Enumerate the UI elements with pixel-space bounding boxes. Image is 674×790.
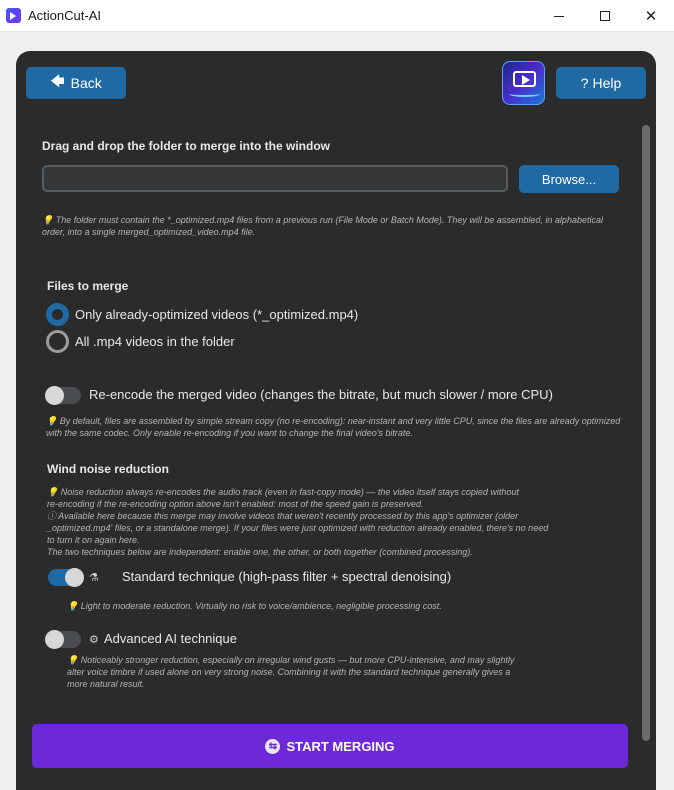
advanced-technique-switch[interactable] xyxy=(45,630,81,649)
scrollbar[interactable] xyxy=(642,125,650,741)
advanced-hint-line: 💡 Noticeably stronger reduction, especia… xyxy=(67,655,515,665)
reencode-label[interactable]: Re-encode the merged video (changes the … xyxy=(89,387,553,402)
wind-hint-line: re-encoding if the re-encoding option ab… xyxy=(47,499,424,509)
start-merging-button[interactable]: ⇆ START MERGING xyxy=(32,724,628,768)
help-label: Help xyxy=(592,75,622,91)
source-heading: Drag and drop the folder to merge into t… xyxy=(42,139,330,153)
switch-knob xyxy=(45,386,64,405)
arrow-left-icon: 🡄 xyxy=(50,73,65,89)
close-button[interactable]: ✕ xyxy=(628,0,674,32)
standard-technique-switch[interactable] xyxy=(48,568,84,587)
question-icon: ? xyxy=(580,75,589,91)
reencode-hint: 💡 By default, files are assembled by sim… xyxy=(46,416,621,438)
folder-path-input[interactable] xyxy=(42,165,508,192)
window-title: ActionCut-AI xyxy=(28,8,101,23)
radio-optimized-only-label[interactable]: Only already-optimized videos (*_optimiz… xyxy=(75,307,358,322)
advanced-hint-line: alter voice timbre if used alone on very… xyxy=(67,667,511,677)
brain-icon: ⚙ xyxy=(89,634,99,646)
switch-knob xyxy=(45,630,64,649)
help-button[interactable]: ? Help xyxy=(556,67,646,99)
wind-hint-line: 💡 Noise reduction always re-encodes the … xyxy=(47,487,519,497)
radio-all-mp4-label[interactable]: All .mp4 videos in the folder xyxy=(75,334,235,349)
files-heading: Files to merge xyxy=(47,279,129,293)
wind-hint-line: ⓘ Available here because this merge may … xyxy=(47,511,519,521)
radio-all-mp4[interactable] xyxy=(46,330,69,353)
wave-icon xyxy=(509,91,540,97)
advanced-technique-label[interactable]: Advanced AI technique xyxy=(104,631,237,646)
title-bar: ActionCut-AI ✕ xyxy=(0,0,674,32)
wind-hint-line: to turn it on again here. xyxy=(47,535,140,545)
standard-technique-label[interactable]: Standard technique (high-pass filter + s… xyxy=(122,569,451,584)
standard-technique-hint: 💡 Light to moderate reduction. Virtually… xyxy=(67,601,442,611)
browse-button[interactable]: Browse... xyxy=(519,165,619,193)
app-logo xyxy=(502,61,545,105)
start-merging-label: START MERGING xyxy=(286,738,395,754)
close-icon: ✕ xyxy=(644,8,658,25)
back-button[interactable]: 🡄 Back xyxy=(26,67,126,99)
play-icon xyxy=(513,71,536,87)
filter-icon: ⚗ xyxy=(89,572,99,584)
wind-hint-line: _optimized.mp4' files, or a standalone m… xyxy=(47,523,549,533)
back-label: Back xyxy=(70,75,102,91)
app-icon xyxy=(6,8,21,23)
merge-icon: ⇆ xyxy=(265,738,281,754)
wind-hint-line: The two techniques below are independent… xyxy=(47,547,473,557)
reencode-switch[interactable] xyxy=(45,386,81,405)
maximize-button[interactable] xyxy=(582,0,628,32)
minimize-button[interactable] xyxy=(536,0,582,32)
switch-knob xyxy=(65,568,84,587)
source-hint: 💡 The folder must contain the *_optimize… xyxy=(42,215,603,237)
main-panel: 🡄 Back ? Help Drag and drop the folder t… xyxy=(16,51,656,790)
wind-hint: 💡 Noise reduction always re-encodes the … xyxy=(47,486,627,558)
minimize-icon xyxy=(554,15,564,17)
wind-heading: Wind noise reduction xyxy=(47,462,169,476)
radio-optimized-only[interactable] xyxy=(46,303,69,326)
maximize-icon xyxy=(600,11,610,21)
advanced-technique-hint: 💡 Noticeably stronger reduction, especia… xyxy=(67,654,627,690)
advanced-hint-line: more natural result. xyxy=(67,679,145,689)
